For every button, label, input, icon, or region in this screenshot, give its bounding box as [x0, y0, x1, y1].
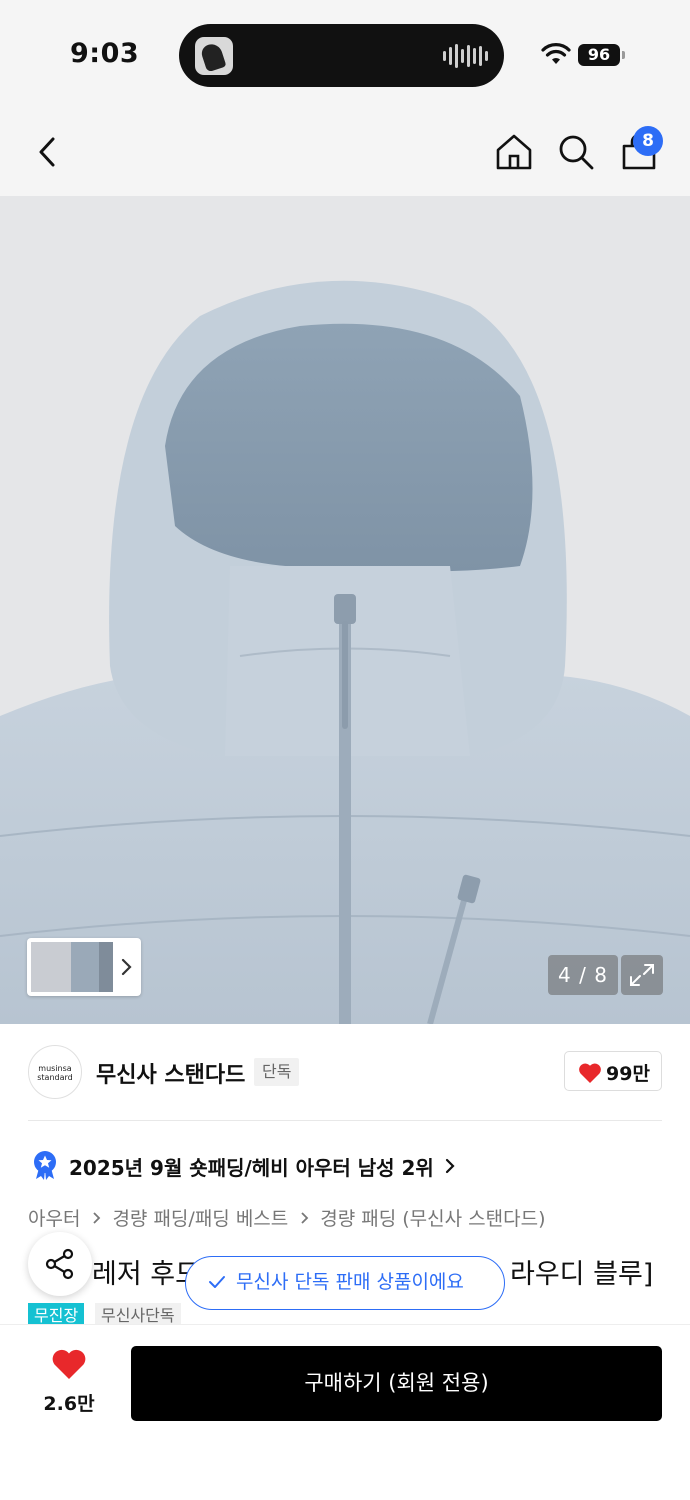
brand-name[interactable]: 무신사 스탠다드 — [96, 1057, 245, 1089]
thumbnail-image — [99, 942, 113, 992]
home-icon[interactable] — [492, 130, 536, 174]
breadcrumb-item[interactable]: 경량 패딩/패딩 베스트 — [112, 1204, 288, 1231]
ranking-badge-icon — [34, 1151, 56, 1180]
chevron-right-icon — [301, 1211, 309, 1224]
breadcrumb: 아우터 경량 패딩/패딩 베스트 경량 패딩 (무신사 스탠다드) — [28, 1204, 546, 1231]
now-playing-artwork — [195, 37, 233, 75]
share-button[interactable] — [28, 1232, 92, 1296]
ranking-text[interactable]: 2025년 9월 숏패딩/헤비 아우터 남성 2위 — [69, 1152, 434, 1181]
battery-indicator: 96 — [578, 44, 625, 66]
search-icon[interactable] — [554, 130, 598, 174]
chevron-right-icon — [93, 1211, 101, 1224]
dynamic-island[interactable] — [179, 24, 504, 87]
audio-waveform-icon — [443, 44, 488, 68]
brand-like-button[interactable]: 99만 — [564, 1051, 662, 1091]
chevron-right-icon — [121, 958, 132, 976]
image-thumbnail-strip[interactable] — [27, 938, 141, 996]
buy-button[interactable]: 구매하기 (회원 전용) — [131, 1346, 662, 1421]
back-arrow-icon[interactable] — [26, 130, 70, 174]
heart-icon — [52, 1349, 86, 1379]
brand-like-count: 99만 — [606, 1063, 650, 1085]
check-icon — [209, 1276, 225, 1288]
image-page-counter: 4 / 8 — [548, 955, 618, 995]
wifi-icon — [541, 43, 571, 64]
brand-logo[interactable]: musinsa standard — [28, 1045, 82, 1099]
divider — [28, 1120, 662, 1121]
product-image[interactable] — [0, 196, 690, 1024]
expand-icon — [630, 964, 654, 986]
chevron-right-icon[interactable] — [443, 1156, 457, 1176]
product-title-fragment: 레저 후드 — [92, 1259, 200, 1290]
status-bar: 9:03 96 — [0, 0, 690, 110]
top-nav-bar — [0, 110, 690, 196]
favorite-button[interactable]: 2.6만 — [30, 1348, 108, 1420]
share-icon — [45, 1248, 74, 1280]
thumbnail-image — [31, 942, 71, 992]
product-title-fragment: 라우디 블루] — [510, 1259, 654, 1290]
jacket-photo — [0, 280, 690, 1024]
fullscreen-button[interactable] — [621, 955, 663, 995]
breadcrumb-item[interactable]: 아우터 — [28, 1204, 80, 1231]
exclusive-tag: 단독 — [254, 1058, 300, 1086]
exclusive-sale-toast: 무신사 단독 판매 상품이에요 — [185, 1256, 505, 1310]
heart-icon — [579, 1063, 601, 1083]
status-time: 9:03 — [70, 38, 140, 69]
thumbnail-image — [71, 942, 99, 992]
toast-text: 무신사 단독 판매 상품이에요 — [236, 1271, 464, 1293]
cart-count-badge: 8 — [633, 126, 663, 156]
breadcrumb-item[interactable]: 경량 패딩 (무신사 스탠다드) — [320, 1204, 545, 1231]
favorite-count: 2.6만 — [43, 1393, 95, 1415]
